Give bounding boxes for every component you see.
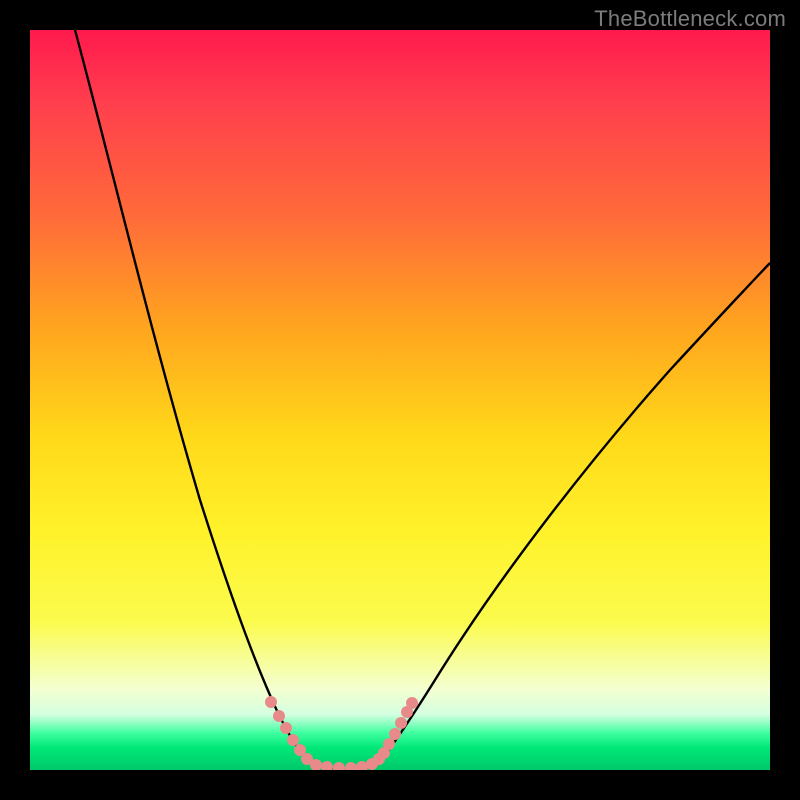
optimal-zone-marker bbox=[265, 696, 418, 770]
watermark-text: TheBottleneck.com bbox=[594, 6, 786, 32]
curve-layer bbox=[30, 30, 770, 770]
plot-area bbox=[30, 30, 770, 770]
chart-frame: TheBottleneck.com bbox=[0, 0, 800, 800]
bottleneck-curve bbox=[75, 30, 770, 768]
